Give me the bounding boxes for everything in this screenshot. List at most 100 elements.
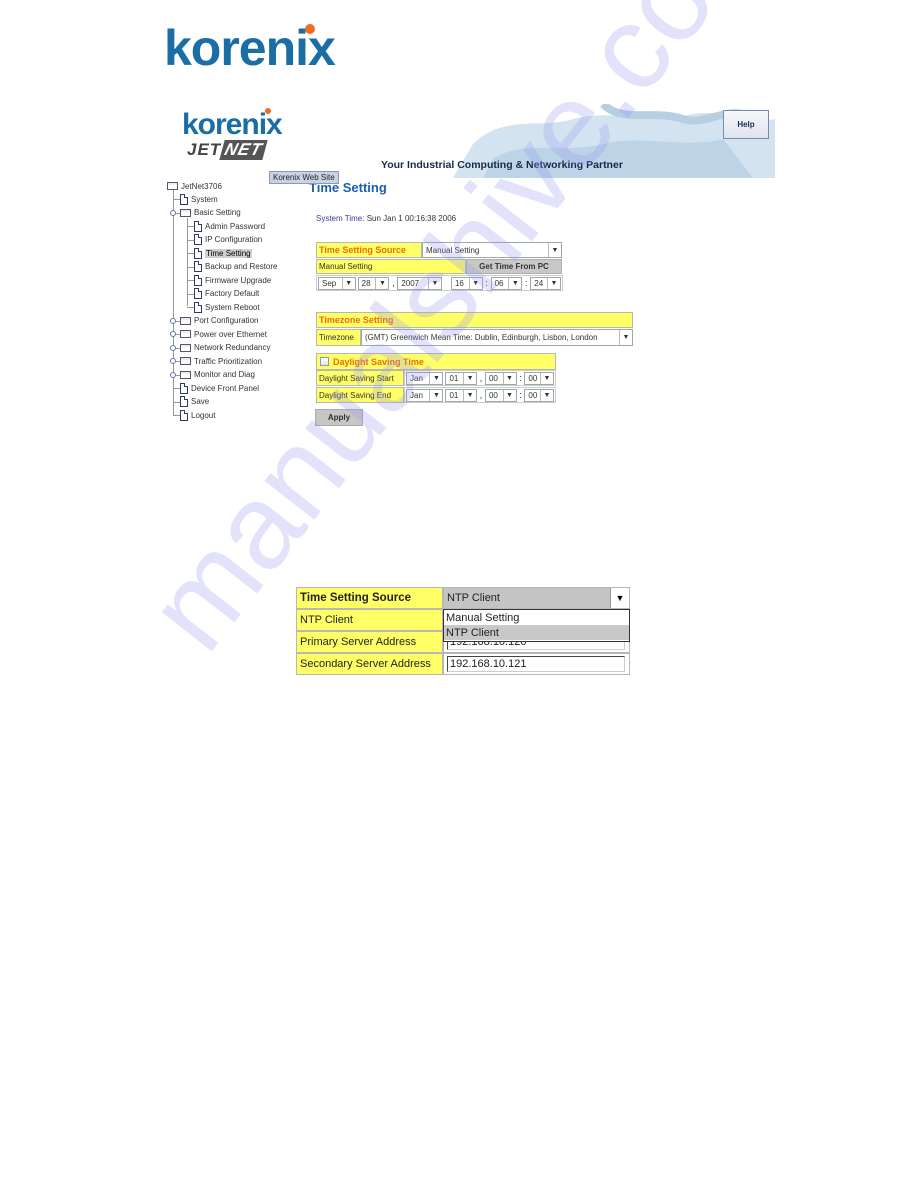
system-time-label: System Time:	[316, 214, 365, 223]
year-select[interactable]: 2007 ▼	[397, 276, 442, 290]
hour-select[interactable]: 16 ▼	[450, 276, 483, 290]
tree-item-factory-default[interactable]: Factory Default	[194, 288, 259, 300]
minute-select[interactable]: 06 ▼	[490, 276, 523, 290]
tree-item-admin-password[interactable]: Admin Password	[194, 220, 265, 232]
dst-end-row: Daylight Saving End Jan ▼ 01 ▼ , 00 ▼ : 00 ▼	[316, 387, 556, 403]
colon-separator: :	[519, 373, 522, 383]
value: Jan	[410, 373, 423, 383]
value: 00	[488, 390, 498, 400]
get-time-from-pc-button[interactable]: Get Time From PC	[466, 259, 562, 274]
tree-connector	[187, 239, 194, 241]
chevron-down-icon: ▼	[502, 372, 516, 384]
chevron-down-icon: ▼	[463, 389, 476, 401]
secondary-server-input[interactable]: 192.168.10.121	[447, 656, 625, 672]
tree-item-monitor-and-diag[interactable]: Monitor and Diag	[180, 369, 255, 381]
day-select[interactable]: 28 ▼	[357, 276, 390, 290]
chevron-down-icon: ▼	[468, 277, 482, 289]
timezone-select[interactable]: (GMT) Greenwich Mean Time: Dublin, Edinb…	[361, 329, 633, 346]
expand-toggle-icon[interactable]	[170, 331, 176, 337]
tree-root[interactable]: JetNet3706	[167, 180, 222, 192]
option-ntp-client[interactable]: NTP Client	[444, 625, 629, 640]
tree-item-firmware-upgrade[interactable]: Firmware Upgrade	[194, 274, 271, 286]
tree-item-device-front-panel[interactable]: Device Front Panel	[180, 382, 259, 394]
expand-toggle-icon[interactable]	[170, 209, 176, 216]
dst-start-day-select[interactable]: 01 ▼	[445, 371, 478, 385]
tree-connector	[187, 226, 194, 227]
apply-button[interactable]: Apply	[315, 409, 363, 426]
colon-separator: :	[525, 278, 528, 288]
value: 00	[488, 373, 498, 383]
help-button[interactable]: Help	[723, 110, 769, 139]
tree-root-label: JetNet3706	[181, 181, 222, 191]
tree-item-ip-configuration[interactable]: IP Configuration	[194, 234, 262, 246]
expand-toggle-icon[interactable]	[170, 358, 176, 364]
tree-item-label: Device Front Panel	[191, 383, 260, 393]
value: 01	[449, 373, 459, 383]
dst-end-hour-select[interactable]: 00 ▼	[484, 388, 517, 402]
time-setting-screenshot: korenix JETNET Your Industrial Computing…	[163, 104, 775, 430]
dst-end-controls: Jan ▼ 01 ▼ , 00 ▼ : 00 ▼	[404, 387, 556, 403]
comma-separator: ,	[479, 390, 483, 400]
month-select[interactable]: Sep ▼	[318, 276, 356, 290]
page-icon	[194, 261, 202, 272]
time-source-select[interactable]: Manual Setting ▼	[422, 242, 562, 258]
dst-start-minute-select[interactable]: 00 ▼	[524, 371, 554, 385]
time-source-select[interactable]: NTP Client ▼	[443, 587, 630, 609]
page-icon	[194, 301, 202, 313]
tree-item-network-redundancy[interactable]: Network Redundancy	[180, 342, 270, 354]
system-time-value: Sun Jan 1 00:16:38 2006	[366, 214, 457, 223]
dst-start-label: Daylight Saving Start	[316, 370, 404, 386]
expand-toggle-icon[interactable]	[170, 371, 176, 378]
tree-item-traffic-prioritization[interactable]: Traffic Prioritization	[180, 355, 262, 367]
dst-checkbox[interactable]	[320, 357, 329, 366]
tree-item-label: System Reboot	[205, 302, 260, 312]
chevron-down-icon: ▼	[508, 277, 521, 289]
tree-item-time-setting[interactable]: Time Setting	[194, 247, 252, 259]
tree-item-port-configuration[interactable]: Port Configuration	[180, 315, 258, 327]
dst-start-month-select[interactable]: Jan ▼	[406, 371, 444, 385]
tree-connector	[173, 388, 180, 389]
colon-separator: :	[519, 390, 522, 400]
chevron-down-icon: ▼	[463, 372, 476, 384]
tree-connector	[187, 307, 194, 308]
tree-item-logout[interactable]: Logout	[180, 409, 215, 421]
folder-icon	[167, 182, 178, 190]
folder-icon	[180, 343, 191, 352]
chevron-down-icon: ▼	[547, 277, 560, 289]
jetnet-logo: JETNET	[187, 140, 268, 160]
option-manual-setting[interactable]: Manual Setting	[444, 610, 629, 625]
dst-end-month-select[interactable]: Jan ▼	[406, 388, 444, 402]
folder-icon	[180, 316, 191, 325]
month-value: Sep	[322, 278, 337, 288]
tree-item-label: Monitor and Diag	[194, 370, 255, 379]
manual-setting-row: Manual Setting Get Time From PC	[316, 259, 562, 274]
time-source-label: Time Setting Source	[316, 242, 422, 258]
tree-item-label: System	[191, 194, 218, 204]
tree-item-label: Factory Default	[205, 289, 260, 298]
dst-end-minute-select[interactable]: 00 ▼	[524, 388, 554, 402]
chevron-down-icon: ▼	[540, 389, 553, 401]
jetnet-suffix: NET	[219, 140, 268, 160]
second-select[interactable]: 24 ▼	[530, 276, 561, 290]
chevron-down-icon: ▼	[429, 389, 442, 401]
dst-start-hour-select[interactable]: 00 ▼	[484, 371, 517, 385]
second-value: 24	[534, 278, 544, 288]
expand-toggle-icon[interactable]	[170, 317, 176, 324]
expand-toggle-icon[interactable]	[170, 344, 176, 351]
tree-item-system[interactable]: System	[180, 193, 218, 205]
tree-item-basic-setting[interactable]: Basic Setting	[180, 207, 241, 219]
tree-connector	[173, 401, 180, 403]
time-source-dropdown-list: Manual Setting NTP Client	[443, 609, 630, 642]
chevron-down-icon: ▼	[540, 372, 553, 384]
chevron-down-icon: ▼	[429, 372, 442, 384]
year-value: 2007	[401, 278, 420, 288]
tree-item-power-over-ethernet[interactable]: Power over Ethernet	[180, 328, 267, 340]
korenix-document-logo: korenix	[164, 23, 336, 73]
timezone-label: Timezone	[316, 329, 361, 346]
tree-item-system-reboot[interactable]: System Reboot	[194, 301, 260, 313]
tree-item-backup-and-restore[interactable]: Backup and Restore	[194, 261, 278, 273]
manual-setting-label: Manual Setting	[316, 259, 466, 274]
tree-item-save[interactable]: Save	[180, 396, 209, 408]
tree-item-label: IP Configuration	[205, 235, 263, 244]
dst-end-day-select[interactable]: 01 ▼	[445, 388, 478, 402]
